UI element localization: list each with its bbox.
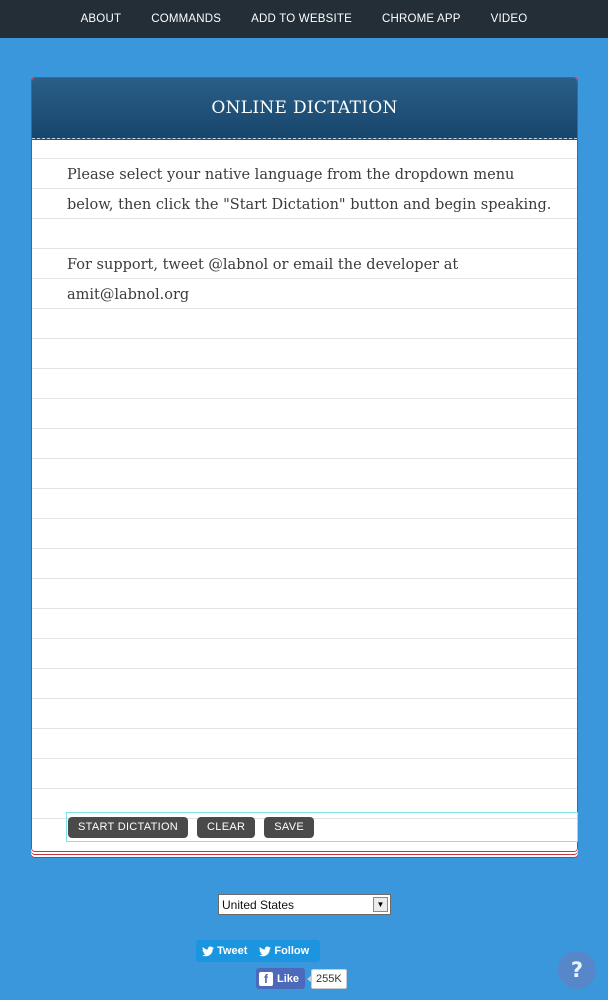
facebook-like-button[interactable]: f Like (256, 968, 306, 989)
nav-chrome-app-link[interactable]: CHROME APP (367, 13, 476, 25)
nav-commands-link[interactable]: COMMANDS (136, 13, 236, 25)
dictation-card: ONLINE DICTATION Please select your nati… (31, 77, 578, 852)
card-header: ONLINE DICTATION (32, 78, 577, 142)
facebook-icon: f (259, 971, 273, 986)
page-title: ONLINE DICTATION (211, 98, 398, 118)
nav-video-link[interactable]: VIDEO (476, 13, 543, 25)
help-icon: ? (570, 958, 584, 982)
save-button[interactable]: SAVE (264, 816, 314, 838)
twitter-bird-icon (259, 946, 272, 956)
like-label: Like (277, 972, 300, 985)
like-count: 255K (307, 968, 347, 989)
tweet-label: Tweet (217, 945, 248, 957)
tweet-button[interactable]: Tweet (196, 945, 253, 957)
nav-add-to-website-link[interactable]: ADD TO WEBSITE (236, 13, 367, 25)
dropdown-arrow-icon: ▼ (373, 897, 388, 912)
start-dictation-button[interactable]: START DICTATION (68, 816, 189, 838)
dictation-toolbar: START DICTATION CLEAR SAVE (66, 812, 578, 842)
support-paragraph: For support, tweet @labnol or email the … (67, 257, 459, 303)
follow-button[interactable]: Follow (253, 945, 315, 957)
nav-about-link[interactable]: ABOUT (66, 13, 137, 25)
top-nav: ABOUT COMMANDS ADD TO WEBSITE CHROME APP… (0, 0, 608, 38)
instruction-text: Please select your native language from … (67, 160, 557, 310)
dictation-textarea[interactable]: Please select your native language from … (32, 140, 577, 851)
help-button[interactable]: ? (558, 951, 596, 989)
clear-button[interactable]: CLEAR (197, 816, 256, 838)
twitter-bird-icon (202, 946, 214, 956)
language-select[interactable]: United States ▼ (218, 894, 391, 915)
facebook-like-widget: f Like 255K (256, 968, 347, 989)
twitter-buttons: Tweet Follow (196, 940, 320, 962)
instructions-paragraph: Please select your native language from … (67, 167, 552, 213)
follow-label: Follow (274, 945, 310, 957)
language-select-value: United States (222, 897, 295, 912)
